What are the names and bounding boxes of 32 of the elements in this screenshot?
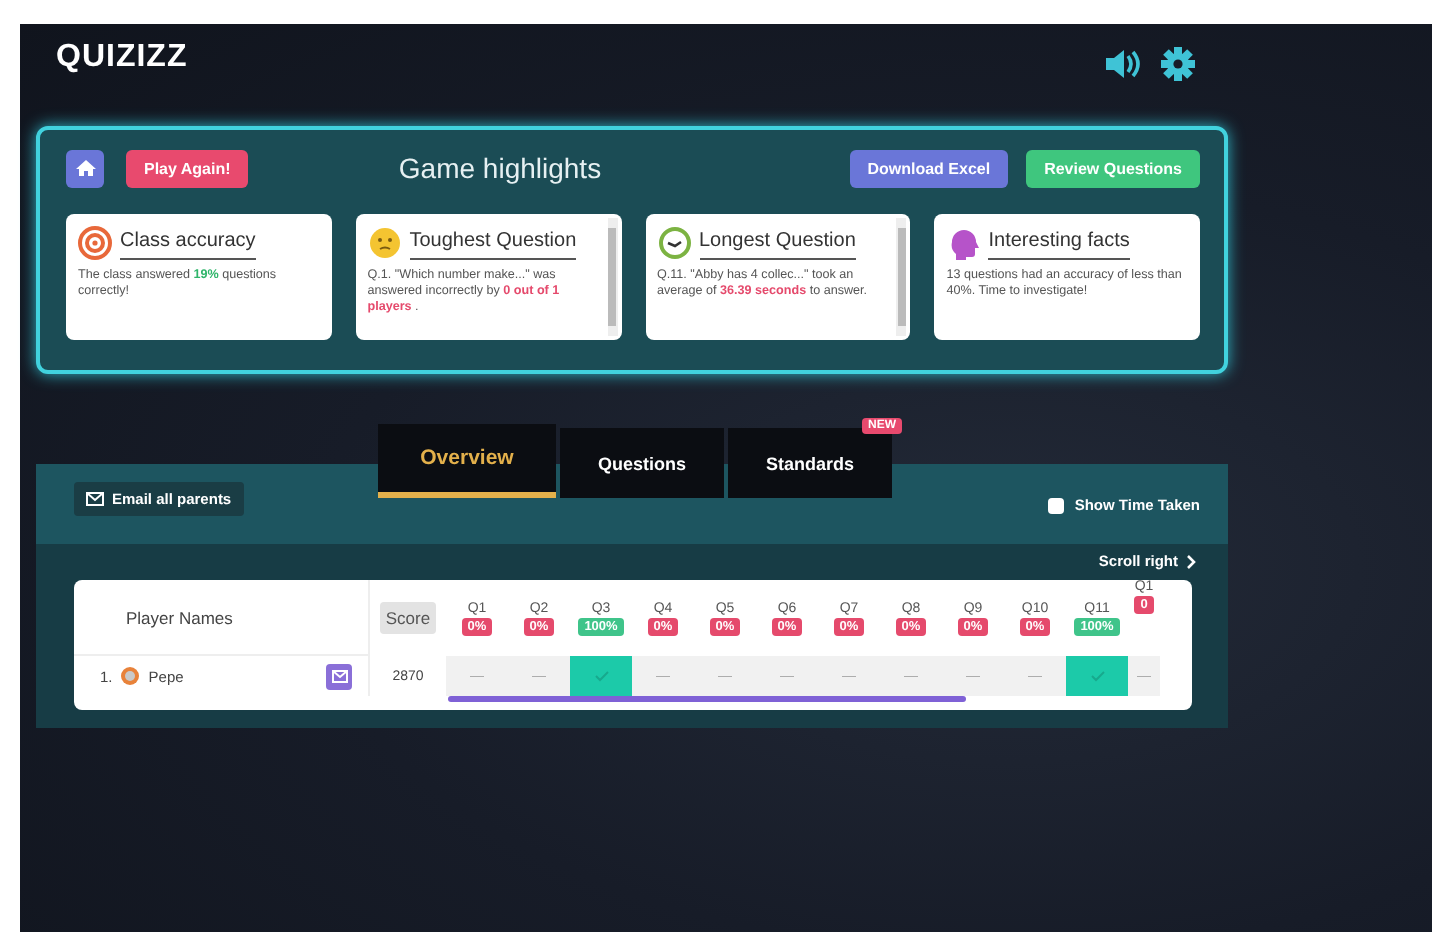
check-icon [593,670,609,682]
scrollbar[interactable] [448,696,966,702]
settings-icon[interactable] [1160,45,1196,81]
tab[interactable]: Overview [378,424,556,498]
logo: QUIZIZZ [56,39,188,75]
card-title: Interesting facts [988,226,1130,260]
scrollbar[interactable] [896,218,907,336]
clock-icon [657,226,691,260]
column-header: Player Names [74,580,370,656]
card-title: Toughest Question [409,226,577,260]
volume-icon[interactable] [1102,45,1140,81]
email-player-button[interactable] [326,663,352,689]
checkbox[interactable] [1048,497,1065,513]
chevron-right-icon [1186,553,1196,569]
confused-face-icon [367,226,402,260]
mail-icon [331,669,347,683]
download-button[interactable]: Download Excel [849,149,1009,187]
tab[interactable]: Standards [728,428,892,498]
column-header: Score [379,602,437,634]
home-button[interactable] [66,149,104,187]
tab[interactable]: Questions [560,428,724,498]
head-icon [946,226,981,260]
avatar-icon [120,666,141,686]
scrollbar[interactable] [607,218,617,336]
mail-icon [86,492,104,506]
home-icon [75,158,95,178]
play-button[interactable]: Play Again! [126,149,249,187]
card-title: Class accuracy [120,226,256,260]
panel-title: Game highlights [396,152,604,184]
check-icon [1089,670,1105,682]
target-icon [78,226,112,260]
card-title: Longest Question [699,226,856,260]
